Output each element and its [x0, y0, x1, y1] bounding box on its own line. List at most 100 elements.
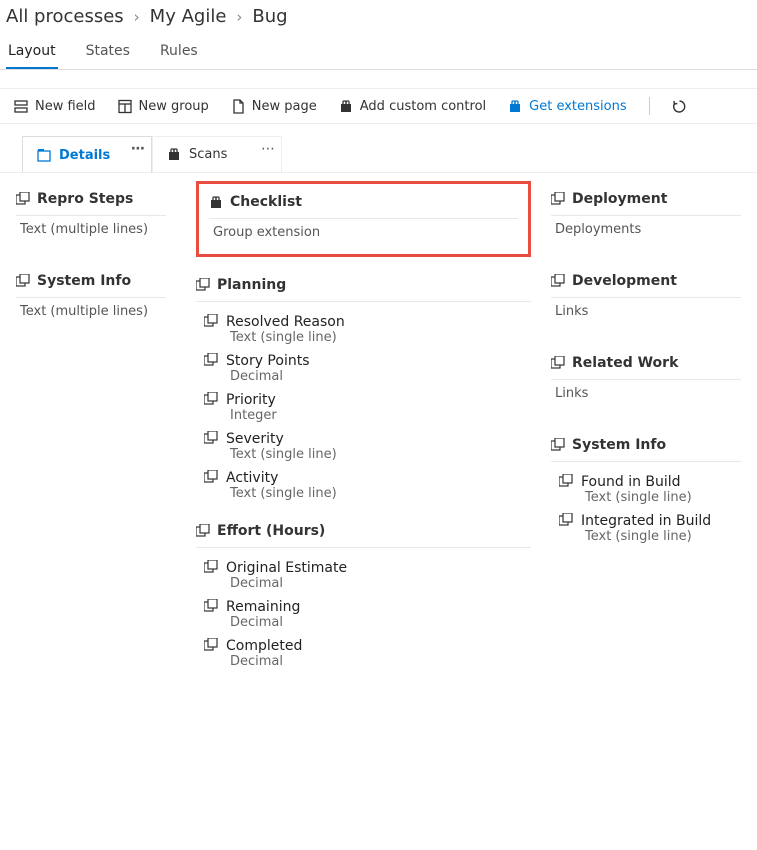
field-stack-icon	[196, 278, 210, 292]
refresh-icon	[672, 99, 687, 114]
breadcrumb-l1[interactable]: My Agile	[150, 6, 227, 27]
subtab-scans[interactable]: Scans ⋯	[152, 136, 282, 173]
column-3: Deployment Deployments Development Links…	[551, 181, 741, 669]
extension-icon	[167, 147, 181, 162]
field-stack-icon	[204, 314, 218, 328]
more-icon[interactable]: ⋯	[131, 141, 145, 157]
field-name: Activity	[226, 470, 337, 486]
breadcrumb-l2[interactable]: Bug	[252, 6, 287, 27]
field-name: Found in Build	[581, 474, 692, 490]
group-icon	[118, 99, 132, 114]
group-related-work[interactable]: Related Work	[551, 345, 741, 380]
field-stack-icon	[196, 524, 210, 538]
field-row[interactable]: RemainingDecimal	[196, 591, 531, 630]
new-page-button[interactable]: New page	[231, 99, 317, 114]
breadcrumb-root[interactable]: All processes	[6, 6, 124, 27]
field-stack-icon	[204, 431, 218, 445]
field-stack-icon	[204, 560, 218, 574]
field-name: Remaining	[226, 599, 300, 615]
toolbar: New field New group New page Add custom …	[0, 88, 757, 124]
field-name: Integrated in Build	[581, 513, 711, 529]
field-row[interactable]: PriorityInteger	[196, 384, 531, 423]
extension-icon	[339, 99, 353, 114]
field-type: Text (single line)	[226, 447, 337, 462]
field-name: Severity	[226, 431, 337, 447]
extension-icon	[209, 195, 223, 210]
chevron-right-icon: ›	[236, 8, 242, 26]
field-stack-icon	[559, 474, 573, 488]
field-row[interactable]: Story PointsDecimal	[196, 345, 531, 384]
tab-rules[interactable]: Rules	[158, 39, 200, 69]
field-stack-icon	[204, 392, 218, 406]
subtab-details[interactable]: Details ⋯	[22, 136, 152, 173]
group-system-info-3[interactable]: System Info	[551, 427, 741, 462]
field-type: Decimal	[226, 654, 302, 669]
field-stack-icon	[551, 438, 565, 452]
nav-tabs: Layout States Rules	[0, 33, 757, 70]
field-stack-icon	[551, 274, 565, 288]
tab-states[interactable]: States	[84, 39, 132, 69]
development-sub: Links	[551, 302, 741, 321]
field-type: Text (multiple lines)	[16, 302, 166, 321]
field-stack-icon	[204, 353, 218, 367]
field-row[interactable]: SeverityText (single line)	[196, 423, 531, 462]
chevron-right-icon: ›	[134, 8, 140, 26]
group-checklist[interactable]: Checklist	[209, 184, 518, 219]
field-type: Text (single line)	[581, 529, 711, 544]
field-row[interactable]: Found in BuildText (single line)	[551, 466, 741, 505]
field-name: Completed	[226, 638, 302, 654]
page-icon	[231, 99, 245, 114]
field-row[interactable]: Resolved ReasonText (single line)	[196, 306, 531, 345]
group-development[interactable]: Development	[551, 263, 741, 298]
field-stack-icon	[16, 192, 30, 206]
field-type: Decimal	[226, 369, 310, 384]
deployment-sub: Deployments	[551, 220, 741, 239]
field-type: Text (single line)	[581, 490, 692, 505]
page-tabs: Details ⋯ Scans ⋯	[0, 136, 757, 173]
divider	[649, 97, 650, 115]
field-name: Resolved Reason	[226, 314, 345, 330]
related-sub: Links	[551, 384, 741, 403]
group-planning[interactable]: Planning	[196, 267, 531, 302]
refresh-button[interactable]	[672, 99, 687, 114]
field-stack-icon	[204, 599, 218, 613]
field-type: Text (single line)	[226, 486, 337, 501]
group-repro-steps[interactable]: Repro Steps	[16, 181, 166, 216]
get-extensions-link[interactable]: Get extensions	[508, 99, 626, 114]
field-type: Integer	[226, 408, 277, 423]
field-stack-icon	[551, 356, 565, 370]
field-row[interactable]: CompletedDecimal	[196, 630, 531, 669]
highlight-checklist: Checklist Group extension	[196, 181, 531, 257]
field-type: Text (single line)	[226, 330, 345, 345]
new-group-button[interactable]: New group	[118, 99, 209, 114]
field-name: Priority	[226, 392, 277, 408]
new-field-button[interactable]: New field	[14, 99, 96, 114]
field-row[interactable]: Integrated in BuildText (single line)	[551, 505, 741, 544]
field-stack-icon	[204, 470, 218, 484]
field-row[interactable]: ActivityText (single line)	[196, 462, 531, 501]
tab-layout[interactable]: Layout	[6, 39, 58, 69]
field-type: Decimal	[226, 576, 347, 591]
field-name: Story Points	[226, 353, 310, 369]
more-icon[interactable]: ⋯	[261, 141, 275, 157]
field-type: Decimal	[226, 615, 300, 630]
group-system-info[interactable]: System Info	[16, 263, 166, 298]
extension-icon	[508, 99, 522, 114]
layout-columns: Repro Steps Text (multiple lines) System…	[0, 172, 757, 677]
field-stack-icon	[16, 274, 30, 288]
breadcrumb: All processes › My Agile › Bug	[0, 0, 757, 33]
add-custom-control-button[interactable]: Add custom control	[339, 99, 486, 114]
field-type: Text (multiple lines)	[16, 220, 166, 239]
field-stack-icon	[559, 513, 573, 527]
group-deployment[interactable]: Deployment	[551, 181, 741, 216]
column-2: Checklist Group extension Planning Resol…	[186, 181, 531, 669]
group-effort[interactable]: Effort (Hours)	[196, 513, 531, 548]
tab-icon	[37, 148, 51, 163]
column-1: Repro Steps Text (multiple lines) System…	[16, 181, 166, 669]
field-row[interactable]: Original EstimateDecimal	[196, 552, 531, 591]
field-name: Original Estimate	[226, 560, 347, 576]
field-stack-icon	[551, 192, 565, 206]
checklist-sub: Group extension	[209, 223, 518, 242]
field-stack-icon	[204, 638, 218, 652]
field-icon	[14, 99, 28, 114]
